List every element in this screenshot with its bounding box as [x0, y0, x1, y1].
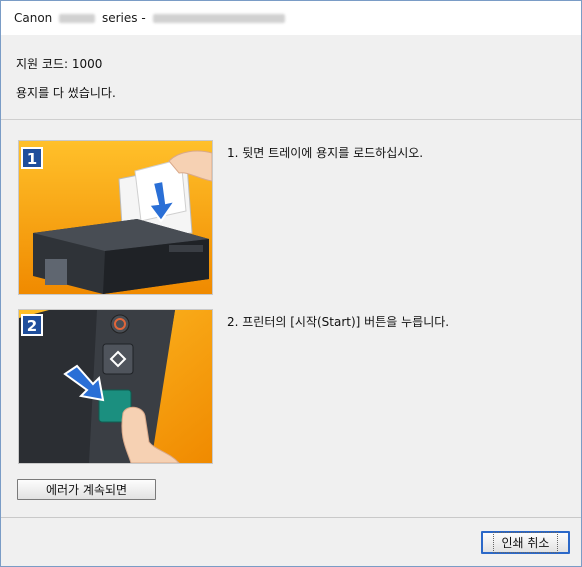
svg-text:1: 1 [27, 150, 37, 168]
step-1-illustration: 1 [18, 140, 213, 295]
window-title: Canon series - [14, 11, 285, 25]
support-code: 지원 코드: 1000 [16, 57, 103, 71]
error-message: 용지를 다 썼습니다. [16, 86, 116, 100]
title-separator: - [141, 11, 146, 25]
step-2-illustration: 2 [18, 309, 213, 464]
title-model-redacted [59, 14, 96, 23]
svg-text:2: 2 [27, 317, 37, 335]
title-series: series [101, 11, 138, 25]
press-start-button-illustration: 2 [19, 310, 212, 463]
step-badge-2: 2 [21, 314, 43, 336]
if-error-continues-button[interactable]: 에러가 계속되면 [17, 479, 156, 500]
step-badge-1: 1 [21, 147, 43, 169]
title-prefix: Canon [14, 11, 53, 25]
divider [1, 119, 581, 120]
error-dialog-window: Canon series - 지원 코드: 1000 용지를 다 썼습니다. 1… [0, 0, 582, 567]
cancel-print-label: 인쇄 취소 [492, 532, 559, 553]
step-2-instruction: 2. 프린터의 [시작(Start)] 버튼을 누릅니다. [227, 315, 450, 329]
printer-load-paper-illustration: 1 [19, 141, 212, 294]
step-1-instruction: 1. 뒷면 트레이에 용지를 로드하십시오. [227, 146, 424, 160]
cancel-print-button[interactable]: 인쇄 취소 [481, 531, 570, 554]
bottom-divider [1, 517, 581, 518]
title-host-redacted [152, 14, 285, 23]
titlebar: Canon series - [1, 1, 581, 35]
